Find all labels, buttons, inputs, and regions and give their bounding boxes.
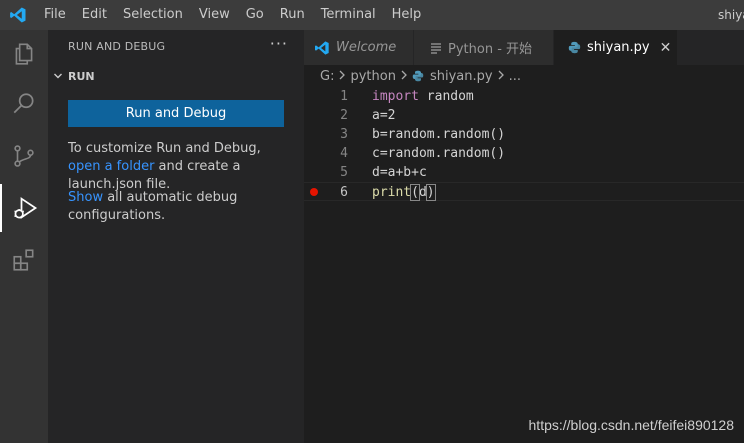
code-line: 3 b=random.random() (304, 125, 744, 144)
chevron-right-icon (338, 69, 346, 84)
menu-run[interactable]: Run (272, 0, 313, 30)
code-line: 2 a=2 (304, 106, 744, 125)
show-configs-link[interactable]: Show (68, 190, 103, 205)
menu-go[interactable]: Go (238, 0, 272, 30)
preview-icon (430, 42, 442, 54)
line-number: 5 (340, 165, 348, 180)
chevron-right-icon (497, 69, 505, 84)
code-text: import random (372, 89, 474, 104)
breadcrumb-drive[interactable]: G: (320, 69, 334, 84)
vscode-logo-icon (314, 40, 330, 56)
line-number: 2 (340, 108, 348, 123)
chevron-down-icon (48, 66, 68, 86)
breadcrumb-file[interactable]: shiyan.py (430, 69, 493, 84)
bracket-open: ( (410, 184, 420, 201)
menu-file[interactable]: File (36, 0, 74, 30)
chevron-right-icon (400, 69, 408, 84)
run-debug-sidebar: RUN AND DEBUG ··· RUN Run and Debug To c… (48, 30, 304, 443)
tab-label: Welcome (336, 40, 397, 55)
menu-view[interactable]: View (191, 0, 238, 30)
menu-bar: File Edit Selection View Go Run Terminal… (36, 0, 429, 30)
line-number: 1 (340, 89, 348, 104)
code-line: 5 d=a+b+c (304, 163, 744, 182)
code-line: 4 c=random.random() (304, 144, 744, 163)
code-text: c=random.random() (372, 146, 506, 161)
explorer-icon[interactable] (0, 30, 48, 78)
tab-label: shiyan.py (587, 40, 650, 55)
current-code-line: 6 print(d) (304, 182, 744, 201)
watermark: https://blog.csdn.net/feifei890128 (528, 417, 734, 433)
close-icon[interactable]: ✕ (660, 40, 672, 56)
tab-welcome[interactable]: Welcome (304, 30, 414, 65)
code-editor[interactable]: 1 import random 2 a=2 3 b=random.random(… (304, 87, 744, 443)
python-icon (412, 70, 424, 82)
menu-edit[interactable]: Edit (74, 0, 115, 30)
breakpoint-icon[interactable] (310, 188, 318, 196)
menu-selection[interactable]: Selection (115, 0, 191, 30)
customize-text: To customize Run and Debug, open a folde… (68, 140, 288, 194)
run-section-header[interactable]: RUN (48, 66, 304, 86)
run-and-debug-button[interactable]: Run and Debug (68, 100, 284, 127)
window-title: shiya (718, 8, 744, 22)
customize-prefix: To customize Run and Debug, (68, 141, 261, 156)
extensions-icon[interactable] (0, 236, 48, 284)
menu-terminal[interactable]: Terminal (313, 0, 384, 30)
code-line: 1 import random (304, 87, 744, 106)
function-print: print (372, 185, 412, 200)
run-section-label: RUN (68, 69, 95, 83)
activity-bar (0, 30, 48, 443)
python-icon (568, 41, 581, 54)
vscode-logo-icon (0, 0, 36, 30)
menu-help[interactable]: Help (384, 0, 430, 30)
keyword-import: import (372, 89, 419, 104)
editor-tabs: Welcome Python - 开始 shiyan.py ✕ (304, 30, 744, 65)
tab-label: Python - 开始 (448, 42, 533, 57)
run-debug-icon[interactable] (0, 184, 48, 232)
source-control-icon[interactable] (0, 132, 48, 180)
bracket-close: ) (425, 184, 436, 201)
more-actions-icon[interactable]: ··· (270, 34, 288, 53)
line-number: 3 (340, 127, 348, 142)
code-text: print(d) (372, 184, 436, 201)
breadcrumb-symbols[interactable]: ... (509, 69, 521, 84)
line-number: 6 (340, 185, 348, 200)
open-folder-link[interactable]: open a folder (68, 159, 154, 174)
search-icon[interactable] (0, 80, 48, 128)
breadcrumb: G: python shiyan.py ... (304, 65, 744, 87)
title-bar: File Edit Selection View Go Run Terminal… (0, 0, 744, 30)
code-text: a=2 (372, 108, 396, 123)
code-text: b=random.random() (372, 127, 506, 142)
code-text: d=a+b+c (372, 165, 427, 180)
sidebar-title: RUN AND DEBUG (68, 40, 166, 53)
tab-python-welcome[interactable]: Python - 开始 (414, 30, 554, 65)
line-number: 4 (340, 146, 348, 161)
show-configs-text: Show all automatic debug configurations. (68, 189, 288, 225)
breadcrumb-folder[interactable]: python (350, 69, 395, 84)
tab-shiyan-py[interactable]: shiyan.py ✕ (554, 30, 678, 65)
